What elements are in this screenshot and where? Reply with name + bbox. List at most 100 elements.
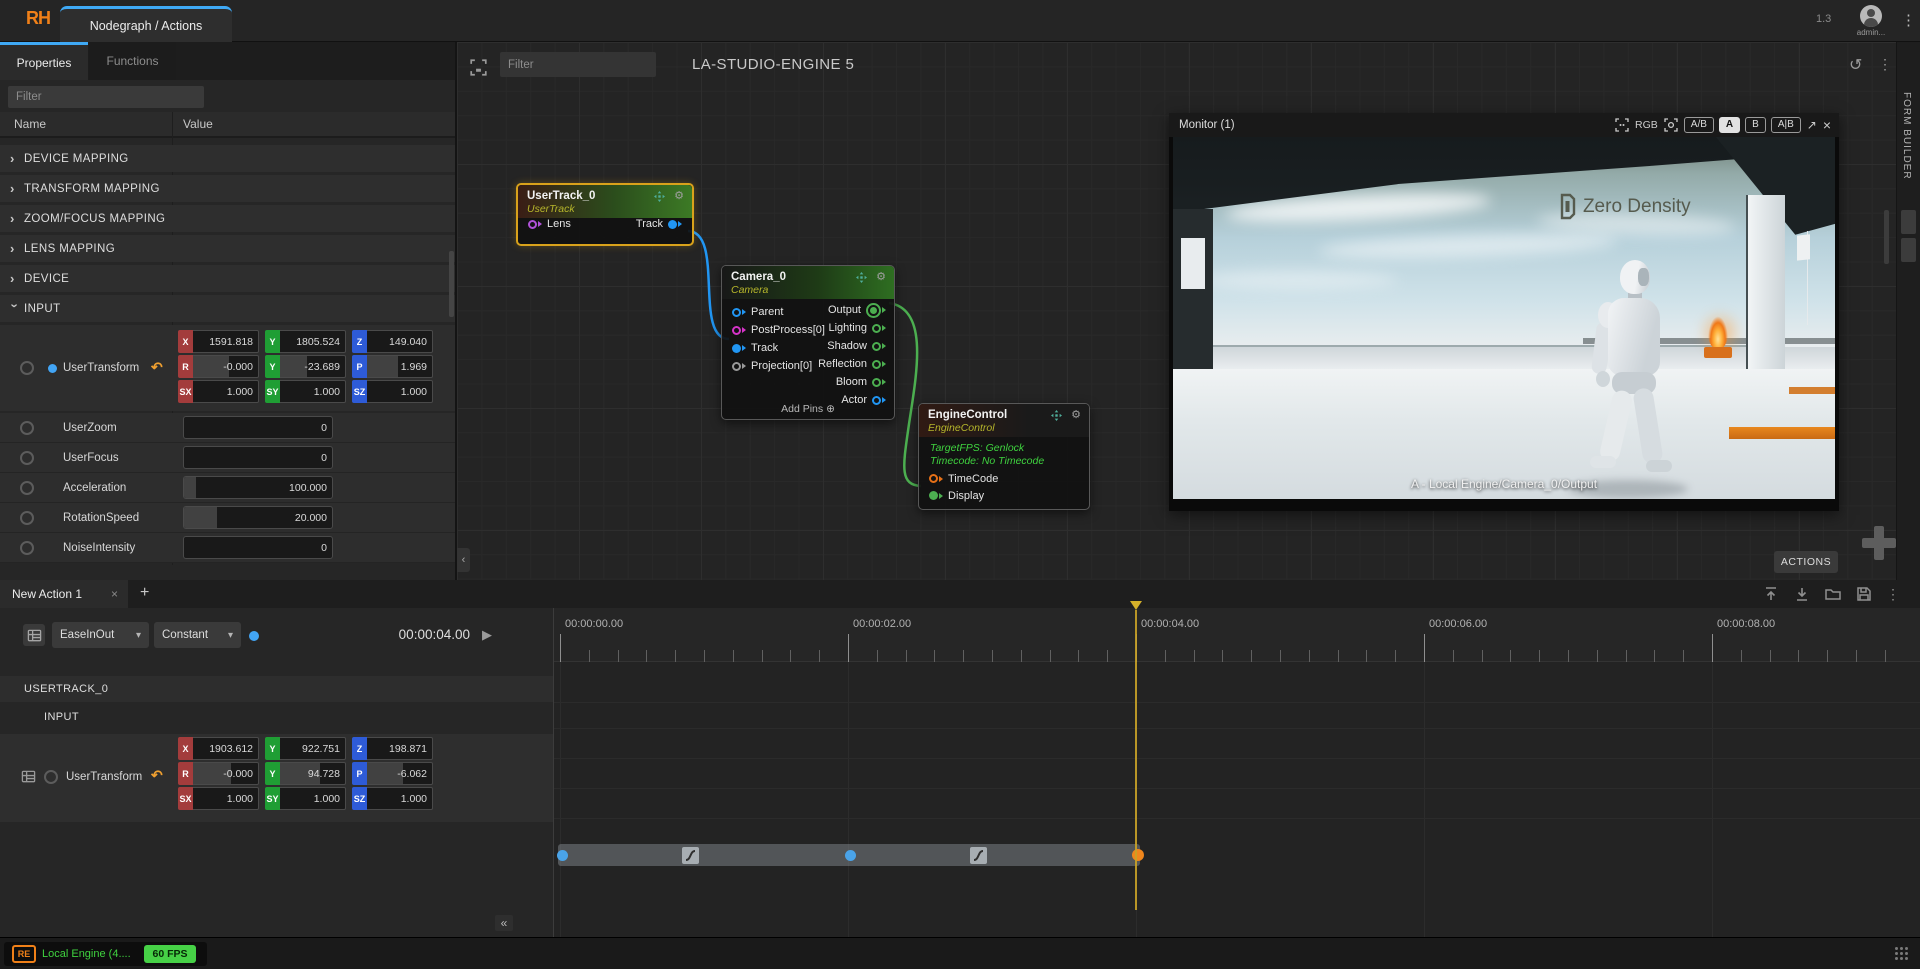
dots-grid-icon[interactable] — [1895, 947, 1909, 961]
value-field[interactable]: -0.000 — [193, 355, 259, 378]
tab-new-action-1[interactable]: New Action 1 × — [0, 580, 128, 608]
pin-dot[interactable] — [872, 324, 886, 333]
nodegraph-canvas[interactable]: LA-STUDIO-ENGINE 5 ↺ ⋮ ‹ UserTrack_0 Use… — [457, 42, 1920, 580]
playhead-handle[interactable] — [1130, 601, 1142, 610]
track-grid-icon[interactable] — [21, 769, 36, 784]
value-field[interactable]: 1805.524 — [280, 330, 346, 353]
value-field[interactable]: 198.871 — [367, 737, 433, 760]
dock-stub[interactable] — [1901, 238, 1916, 262]
rgb-channel-label[interactable]: RGB — [1635, 119, 1658, 131]
value-field[interactable]: 94.728 — [280, 762, 346, 785]
engine-status-pill[interactable]: RE Local Engine (4.... 60 FPS — [4, 942, 207, 966]
value-field[interactable]: 1.000 — [193, 787, 259, 810]
monitor-header[interactable]: Monitor (1) RGB A/BABA|B ↗ × — [1169, 113, 1839, 137]
user-avatar[interactable] — [1860, 5, 1882, 27]
group-input[interactable]: INPUT — [0, 706, 553, 728]
move-icon[interactable] — [1051, 410, 1062, 421]
value-field[interactable]: 1.969 — [367, 355, 433, 378]
easing-curve-icon[interactable] — [682, 847, 699, 864]
pin-dot[interactable] — [732, 362, 746, 371]
node-header[interactable]: EngineControl EngineControl ⚙ — [919, 404, 1089, 437]
value-field[interactable]: 1.000 — [280, 787, 346, 810]
pin-output[interactable]: Output — [813, 301, 886, 319]
interpolation-dropdown[interactable]: EaseInOut ▾ — [52, 622, 149, 648]
track-display-toggle[interactable] — [23, 624, 45, 646]
value-field[interactable]: 1.000 — [367, 380, 433, 403]
pin-dot[interactable] — [668, 220, 682, 229]
node-usertrack[interactable]: UserTrack_0 UserTrack ⚙ Lens Track — [516, 183, 694, 246]
node-camera[interactable]: Camera_0 Camera ⚙ ParentPostProcess[0]Tr… — [721, 265, 895, 420]
radio-button[interactable] — [20, 421, 34, 435]
radio-button[interactable] — [44, 770, 58, 784]
pin-track[interactable]: Track — [631, 215, 682, 233]
section-device-mapping[interactable]: ›DEVICE MAPPING — [0, 145, 455, 172]
pin-lighting[interactable]: Lighting — [813, 319, 886, 337]
pin-display[interactable]: Display — [929, 487, 1003, 504]
move-icon[interactable] — [856, 272, 867, 283]
download-icon[interactable] — [1793, 585, 1811, 603]
record-indicator-dot[interactable] — [249, 631, 259, 641]
pin-dot[interactable] — [732, 326, 746, 335]
gear-icon[interactable]: ⚙ — [674, 190, 684, 202]
folder-icon[interactable] — [1824, 585, 1842, 603]
collapse-tracklist-button[interactable]: « — [495, 915, 513, 931]
node-header[interactable]: Camera_0 Camera ⚙ — [722, 266, 894, 299]
add-pins-button[interactable]: Add Pins ⊕ — [722, 403, 894, 415]
value-field[interactable]: 0 — [183, 536, 333, 559]
scrollbar-thumb[interactable] — [449, 251, 454, 317]
radio-button[interactable] — [20, 541, 34, 555]
undo-icon[interactable]: ↶ — [151, 359, 163, 376]
section-transform-mapping[interactable]: ›TRANSFORM MAPPING — [0, 175, 455, 202]
gear-icon[interactable]: ⚙ — [1071, 409, 1081, 421]
tab-nodegraph-actions[interactable]: Nodegraph / Actions — [60, 6, 232, 42]
scrollbar-thumb[interactable] — [1884, 210, 1889, 264]
pin-shadow[interactable]: Shadow — [813, 337, 886, 355]
keyframe-4s[interactable] — [1132, 849, 1144, 861]
radio-button[interactable] — [20, 481, 34, 495]
tab-properties[interactable]: Properties — [0, 42, 88, 80]
play-button[interactable]: ▶ — [482, 627, 492, 643]
nodegraph-filter-input[interactable] — [500, 52, 656, 77]
track-usertransform[interactable]: UserTransform ↶ X1903.612Y922.751Z198.87… — [0, 734, 553, 822]
gear-icon[interactable]: ⚙ — [876, 271, 886, 283]
node-enginecontrol[interactable]: EngineControl EngineControl ⚙ TargetFPS:… — [918, 403, 1090, 510]
pin-dot[interactable] — [732, 308, 746, 317]
value-field[interactable]: 1.000 — [193, 380, 259, 403]
pin-timecode[interactable]: TimeCode — [929, 470, 1003, 487]
value-field[interactable]: 0 — [183, 446, 333, 469]
close-tab-icon[interactable]: × — [111, 587, 118, 601]
kebab-menu-icon[interactable]: ⋮ — [1878, 56, 1892, 73]
value-field[interactable]: 0 — [183, 416, 333, 439]
form-builder-tab[interactable]: FORM BUILDER — [1901, 92, 1912, 180]
tracklist-divider[interactable] — [553, 608, 554, 937]
pin-lens[interactable]: Lens — [528, 215, 576, 233]
value-field[interactable]: 149.040 — [367, 330, 433, 353]
popout-icon[interactable]: ↗ — [1807, 118, 1817, 132]
extrapolation-dropdown[interactable]: Constant ▾ — [154, 622, 241, 648]
value-field[interactable]: 1.000 — [367, 787, 433, 810]
kebab-menu-icon[interactable]: ⋮ — [1901, 11, 1916, 29]
add-action-button[interactable]: + — [140, 584, 149, 602]
focus-icon[interactable] — [1664, 118, 1678, 132]
radio-button[interactable] — [20, 511, 34, 525]
pin-bloom[interactable]: Bloom — [813, 373, 886, 391]
pin-dot[interactable] — [872, 360, 886, 369]
value-field[interactable]: 1903.612 — [193, 737, 259, 760]
fit-view-icon[interactable] — [470, 59, 487, 76]
value-field[interactable]: 20.000 — [183, 506, 333, 529]
pin-reflection[interactable]: Reflection — [813, 355, 886, 373]
tab-functions[interactable]: Functions — [89, 42, 176, 80]
value-field[interactable]: -23.689 — [280, 355, 346, 378]
timeline-ruler[interactable]: 00:00:00.0000:00:02.0000:00:04.0000:00:0… — [553, 608, 1920, 662]
value-field[interactable]: 922.751 — [280, 737, 346, 760]
pin-dot[interactable] — [872, 342, 886, 351]
radio-button[interactable] — [20, 451, 34, 465]
collapse-panel-button[interactable]: ‹ — [457, 548, 470, 572]
group-usertrack0[interactable]: USERTRACK_0 — [0, 676, 553, 702]
keyframe-2s[interactable] — [845, 850, 856, 861]
value-field[interactable]: 100.000 — [183, 476, 333, 499]
move-icon[interactable] — [654, 191, 665, 202]
monitor-btn-a-b[interactable]: A|B — [1771, 117, 1801, 133]
pin-dot[interactable] — [872, 378, 886, 387]
dpad-icon[interactable] — [1862, 526, 1896, 560]
